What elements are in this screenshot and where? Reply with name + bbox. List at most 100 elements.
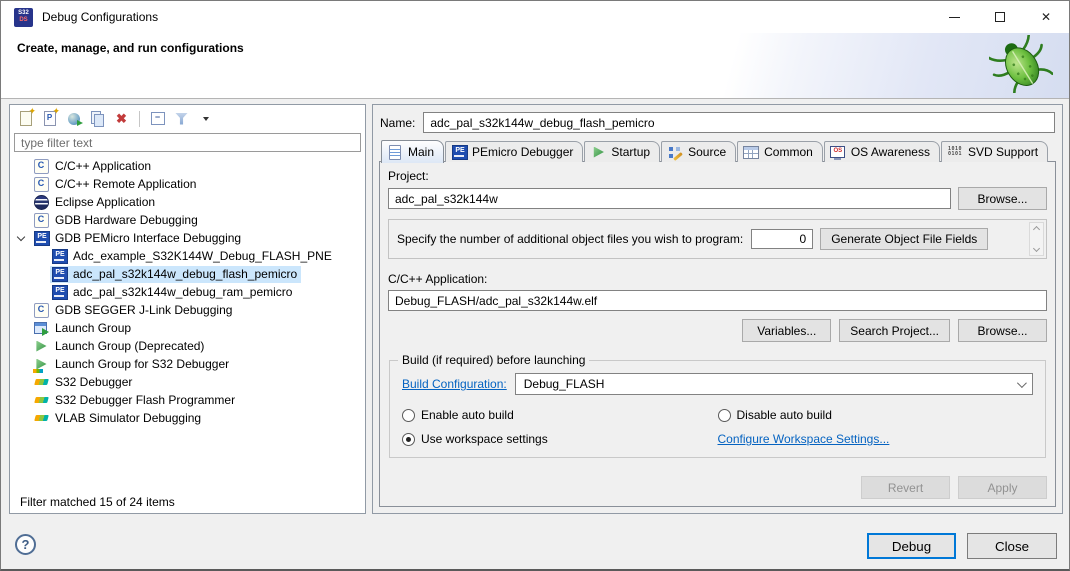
filter-icon[interactable] <box>173 110 190 127</box>
play-icon <box>33 339 49 354</box>
doc-icon <box>387 145 403 160</box>
tree-item[interactable]: GDB PEMicro Interface Debugging <box>10 229 365 247</box>
tree-item-label: GDB Hardware Debugging <box>55 213 198 227</box>
main-tab-content: Project: Browse... Specify the number of… <box>379 161 1056 507</box>
tree-item-label: Adc_example_S32K144W_Debug_FLASH_PNE <box>73 249 332 263</box>
generate-object-file-fields-button[interactable]: Generate Object File Fields <box>820 228 988 250</box>
radio-label: Enable auto build <box>421 408 514 422</box>
duplicate-configuration-icon[interactable] <box>89 110 106 127</box>
tree-item[interactable]: Eclipse Application <box>10 193 365 211</box>
tree-item[interactable]: S32 Debugger <box>10 373 365 391</box>
enable-auto-build-radio[interactable]: Enable auto build <box>402 408 718 422</box>
tab-startup[interactable]: Startup <box>584 141 660 162</box>
tree-item[interactable]: Adc_example_S32K144W_Debug_FLASH_PNE <box>10 247 365 265</box>
configure-workspace-settings-link[interactable]: Configure Workspace Settings... <box>718 432 890 446</box>
debug-bug-image <box>989 35 1053 96</box>
variables-button[interactable]: Variables... <box>742 319 831 342</box>
project-browse-button[interactable]: Browse... <box>958 187 1047 210</box>
tab-os-awareness[interactable]: OS Awareness <box>824 141 940 162</box>
nxp-icon <box>33 375 49 390</box>
tree-item[interactable]: GDB Hardware Debugging <box>10 211 365 229</box>
tab-label: Startup <box>611 145 650 159</box>
tree-item[interactable]: S32 Debugger Flash Programmer <box>10 391 365 409</box>
tab-common[interactable]: Common <box>737 141 823 162</box>
filter-input[interactable] <box>14 133 361 152</box>
app-browse-button[interactable]: Browse... <box>958 319 1047 342</box>
scroll-up-icon[interactable] <box>1033 226 1040 233</box>
delete-configuration-icon[interactable] <box>113 110 130 127</box>
pe-icon <box>51 249 67 264</box>
tab-label: SVD Support <box>968 145 1038 159</box>
tab-label: Source <box>688 145 726 159</box>
tree-item-label: GDB PEMicro Interface Debugging <box>55 231 241 245</box>
chevron-down-icon <box>17 232 25 240</box>
project-label: Project: <box>388 169 1047 183</box>
toolbar-separator <box>139 111 140 127</box>
tree-item-label: S32 Debugger Flash Programmer <box>55 393 235 407</box>
cpp-application-input[interactable] <box>388 290 1047 311</box>
capp-icon <box>33 177 49 192</box>
new-configuration-icon[interactable] <box>17 110 34 127</box>
menu-dropdown-icon[interactable] <box>197 110 214 127</box>
page-title: Create, manage, and run configurations <box>17 41 244 55</box>
maximize-button[interactable] <box>977 1 1023 33</box>
config-tree: C/C++ ApplicationC/C++ Remote Applicatio… <box>10 157 365 427</box>
tab-label: PEmicro Debugger <box>472 145 573 159</box>
mini-scrollbar[interactable] <box>1029 222 1044 256</box>
tree-item-label: S32 Debugger <box>55 375 132 389</box>
tree-item[interactable]: adc_pal_s32k144w_debug_ram_pemicro <box>10 283 365 301</box>
build-configuration-link[interactable]: Build Configuration: <box>402 377 507 391</box>
dialog-header: Create, manage, and run configurations <box>1 33 1069 98</box>
tree-item[interactable]: Launch Group (Deprecated) <box>10 337 365 355</box>
debug-configurations-window: S32 DS Debug Configurations ✕ Create, ma… <box>0 0 1070 571</box>
disable-auto-build-radio[interactable]: Disable auto build <box>718 408 1034 422</box>
tab-bar: Main PEmicro Debugger Startup Source Common O… <box>379 140 1056 162</box>
tree-item[interactable]: GDB SEGGER J-Link Debugging <box>10 301 365 319</box>
tree-item-label: GDB SEGGER J-Link Debugging <box>55 303 232 317</box>
new-prototype-icon[interactable] <box>41 110 58 127</box>
tree-item-label: Launch Group <box>55 321 131 335</box>
tab-svd-support[interactable]: SVD Support <box>941 141 1048 162</box>
export-configuration-icon[interactable] <box>65 110 82 127</box>
tab-label: Common <box>764 145 813 159</box>
object-files-box: Specify the number of additional object … <box>388 219 1047 259</box>
nxp-icon <box>33 393 49 408</box>
tree-item-label: Eclipse Application <box>55 195 155 209</box>
tree-item[interactable]: Launch Group for S32 Debugger <box>10 355 365 373</box>
minimize-button[interactable] <box>931 1 977 33</box>
tree-item-label: Launch Group for S32 Debugger <box>55 357 229 371</box>
nxp-icon <box>33 411 49 426</box>
project-input[interactable] <box>388 188 951 209</box>
capp-icon <box>33 303 49 318</box>
tab-main[interactable]: Main <box>381 140 444 163</box>
close-button[interactable]: ✕ <box>1023 1 1069 33</box>
config-toolbar <box>10 105 365 132</box>
tree-item[interactable]: adc_pal_s32k144w_debug_flash_pemicro <box>10 265 365 283</box>
use-workspace-settings-radio[interactable]: Use workspace settings <box>402 432 718 446</box>
apply-button[interactable]: Apply <box>958 476 1047 499</box>
scroll-down-icon[interactable] <box>1033 245 1040 252</box>
tab-source[interactable]: Source <box>661 141 736 162</box>
debug-button[interactable]: Debug <box>867 533 956 559</box>
object-files-count-input[interactable] <box>751 229 813 249</box>
tab-pemicro-debugger[interactable]: PEmicro Debugger <box>445 141 583 162</box>
name-input[interactable] <box>423 112 1055 133</box>
close-dialog-button[interactable]: Close <box>967 533 1057 559</box>
build-config-select[interactable]: Debug_FLASH <box>515 373 1033 395</box>
tree-item-label: VLAB Simulator Debugging <box>55 411 201 425</box>
tree-item-label: adc_pal_s32k144w_debug_flash_pemicro <box>73 267 297 281</box>
capp-icon <box>33 213 49 228</box>
tree-item[interactable]: Launch Group <box>10 319 365 337</box>
revert-button[interactable]: Revert <box>861 476 950 499</box>
pe-icon <box>51 285 67 300</box>
tree-item[interactable]: VLAB Simulator Debugging <box>10 409 365 427</box>
collapse-all-icon[interactable] <box>149 110 166 127</box>
app-icon: S32 DS <box>14 8 33 27</box>
help-button[interactable]: ? <box>15 534 36 555</box>
search-project-button[interactable]: Search Project... <box>839 319 950 342</box>
radio-icon <box>402 409 415 422</box>
tree-item[interactable]: C/C++ Application <box>10 157 365 175</box>
radio-label: Use workspace settings <box>421 432 548 446</box>
twisty[interactable] <box>10 237 32 240</box>
tree-item[interactable]: C/C++ Remote Application <box>10 175 365 193</box>
